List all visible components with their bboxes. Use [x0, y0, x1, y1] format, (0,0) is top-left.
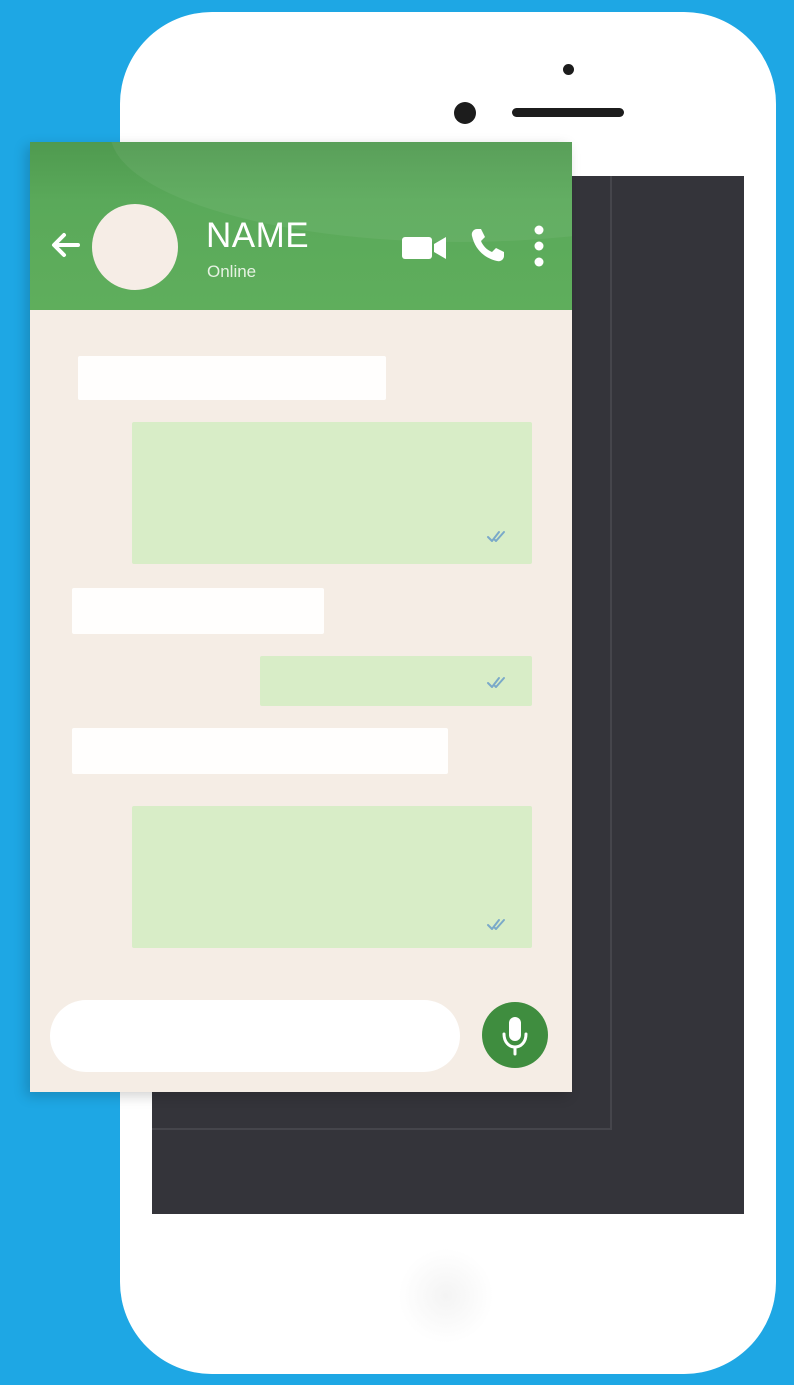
double-check-icon	[487, 677, 505, 688]
front-camera	[454, 102, 476, 124]
incoming-message[interactable]	[72, 588, 324, 634]
outgoing-message[interactable]	[132, 806, 532, 948]
phone-icon[interactable]	[468, 225, 508, 265]
sensor-dot	[563, 64, 574, 75]
chat-window: NAME Online	[30, 142, 572, 1092]
microphone-icon	[502, 1017, 528, 1056]
message-input[interactable]	[50, 1000, 460, 1072]
avatar[interactable]	[92, 204, 178, 290]
double-check-icon	[487, 531, 505, 542]
video-camera-icon[interactable]	[400, 232, 448, 264]
more-vertical-icon[interactable]	[532, 224, 546, 268]
contact-name[interactable]: NAME	[206, 216, 309, 256]
mic-button[interactable]	[482, 1002, 548, 1068]
incoming-message[interactable]	[78, 356, 386, 400]
back-arrow-icon[interactable]	[48, 228, 82, 262]
earpiece-speaker	[512, 108, 624, 117]
chat-header: NAME Online	[30, 142, 572, 310]
contact-status: Online	[207, 262, 257, 281]
incoming-message[interactable]	[72, 728, 448, 774]
outgoing-message[interactable]	[132, 422, 532, 564]
outgoing-message[interactable]	[260, 656, 532, 706]
double-check-icon	[487, 919, 505, 930]
home-button[interactable]	[398, 1248, 494, 1344]
